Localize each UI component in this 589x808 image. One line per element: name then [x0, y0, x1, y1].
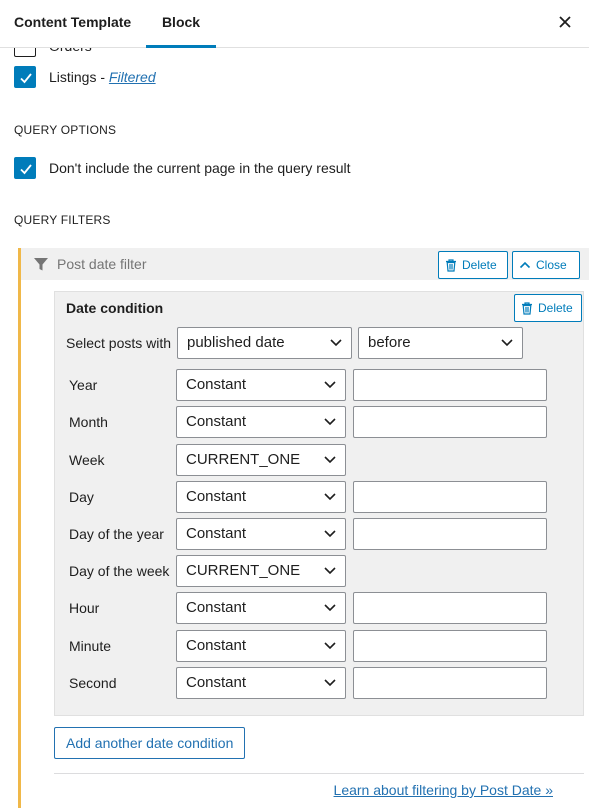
listings-filtered-link[interactable]: Filtered [109, 69, 156, 85]
filter-close-button[interactable]: Close [512, 251, 580, 279]
date-condition-title: Date condition [66, 300, 164, 316]
chevron-down-icon [324, 418, 336, 426]
chevron-down-icon [324, 642, 336, 650]
listings-checkbox[interactable] [14, 66, 36, 88]
chevron-down-icon [330, 339, 342, 347]
chevron-down-icon [324, 456, 336, 464]
chevron-down-icon [501, 339, 513, 347]
listings-label: Listings [49, 69, 97, 85]
condition-delete-button[interactable]: Delete [514, 294, 582, 322]
filter-delete-button[interactable]: Delete [438, 251, 508, 279]
day-of-week-source-value: CURRENT_ONE [186, 562, 301, 579]
date-field-value: published date [187, 334, 285, 351]
condition-delete-label: Delete [538, 301, 573, 315]
hour-source-select[interactable]: Constant [176, 592, 346, 624]
chevron-down-icon [324, 604, 336, 612]
chevron-down-icon [324, 381, 336, 389]
date-field-select[interactable]: published date [177, 327, 352, 359]
day-value-input[interactable] [353, 481, 547, 513]
tab-block[interactable]: Block [146, 0, 216, 48]
day-of-year-source-value: Constant [186, 525, 247, 542]
row-label-hour: Hour [69, 600, 100, 616]
chevron-down-icon [324, 493, 336, 501]
minute-source-value: Constant [186, 637, 247, 654]
week-source-value: CURRENT_ONE [186, 451, 301, 468]
second-value-input[interactable] [353, 667, 547, 699]
row-label-minute: Minute [69, 638, 112, 654]
month-source-select[interactable]: Constant [176, 406, 346, 438]
trash-icon [522, 301, 532, 315]
year-source-value: Constant [186, 376, 247, 393]
row-label-day-of-week: Day of the week [69, 563, 170, 579]
minute-value-input[interactable] [353, 630, 547, 662]
minute-source-select[interactable]: Constant [176, 630, 346, 662]
exclude-current-checkbox[interactable] [14, 157, 36, 179]
add-date-condition-button[interactable]: Add another date condition [54, 727, 246, 759]
date-condition: Date condition Delete Select posts with … [54, 291, 584, 716]
row-label-month: Month [69, 414, 108, 430]
filter-close-label: Close [536, 258, 567, 272]
query-filters-title: QUERY FILTERS [14, 213, 111, 227]
close-icon [559, 16, 571, 28]
second-source-select[interactable]: Constant [176, 667, 346, 699]
hour-source-value: Constant [186, 599, 247, 616]
day-of-year-value-input[interactable] [353, 518, 547, 550]
row-label-week: Week [69, 452, 105, 468]
day-of-year-source-select[interactable]: Constant [176, 518, 346, 550]
listings-label-row: Listings - Filtered [49, 69, 156, 85]
chevron-down-icon [324, 679, 336, 687]
tab-content-template[interactable]: Content Template [14, 0, 131, 48]
select-posts-label: Select posts with [66, 335, 172, 351]
listings-separator: - [96, 69, 109, 85]
learn-post-date-link[interactable]: Learn about filtering by Post Date » [334, 782, 553, 798]
day-source-select[interactable]: Constant [176, 481, 346, 513]
row-label-day-of-year: Day of the year [69, 526, 164, 542]
year-source-select[interactable]: Constant [176, 369, 346, 401]
row-label-year: Year [69, 377, 98, 393]
year-value-input[interactable] [353, 369, 547, 401]
chevron-down-icon [324, 567, 336, 575]
sidebar-header: Content Template Block [0, 0, 589, 48]
hour-value-input[interactable] [353, 592, 547, 624]
filter-title: Post date filter [57, 256, 147, 272]
close-button[interactable] [553, 10, 577, 34]
second-source-value: Constant [186, 674, 247, 691]
exclude-current-label: Don't include the current page in the qu… [49, 160, 351, 176]
chevron-down-icon [324, 530, 336, 538]
post-date-filter-panel: Post date filter Delete Close Date condi… [18, 248, 589, 808]
trash-icon [446, 258, 456, 272]
filter-delete-label: Delete [462, 258, 497, 272]
comparison-select[interactable]: before [358, 327, 523, 359]
day-of-week-source-select[interactable]: CURRENT_ONE [176, 555, 346, 587]
month-source-value: Constant [186, 413, 247, 430]
checkmark-icon [20, 164, 32, 175]
query-options-title: QUERY OPTIONS [14, 123, 117, 137]
checkmark-icon [20, 73, 32, 84]
comparison-value: before [368, 334, 411, 351]
funnel-icon [34, 258, 48, 271]
chevron-up-icon [519, 261, 531, 269]
week-source-select[interactable]: CURRENT_ONE [176, 444, 346, 476]
day-source-value: Constant [186, 488, 247, 505]
month-value-input[interactable] [353, 406, 547, 438]
filter-header: Post date filter Delete Close [21, 248, 589, 280]
row-label-day: Day [69, 489, 94, 505]
divider [54, 773, 584, 774]
row-label-second: Second [69, 675, 117, 691]
